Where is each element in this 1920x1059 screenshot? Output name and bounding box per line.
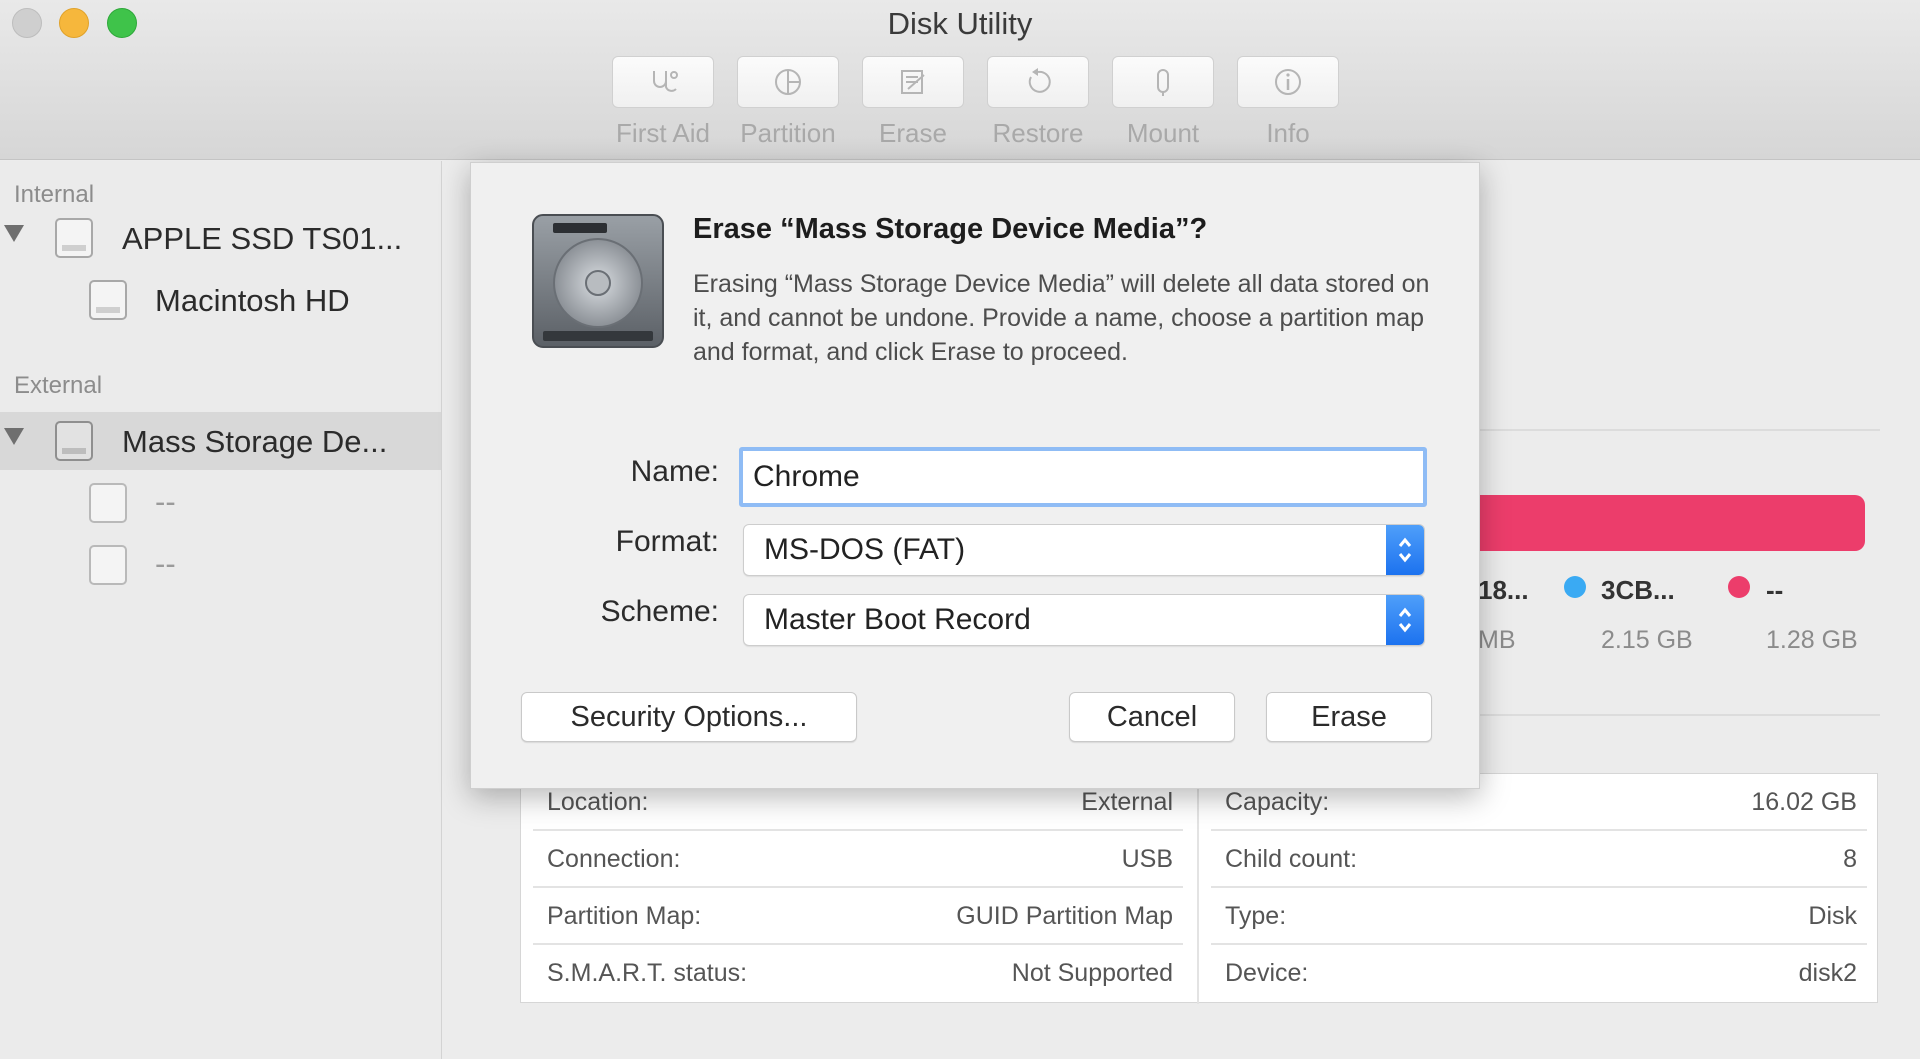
legend-size: 1.28 GB xyxy=(1766,626,1858,654)
sidebar-item-label: APPLE SSD TS01... xyxy=(122,221,403,256)
toolbar-erase[interactable]: Erase xyxy=(861,56,965,149)
legend-size: MB xyxy=(1478,626,1516,654)
dialog-title: Erase “Mass Storage Device Media”? xyxy=(693,213,1208,245)
info-button[interactable] xyxy=(1237,56,1339,108)
info-key: Capacity: xyxy=(1225,788,1330,816)
info-value: disk2 xyxy=(1798,959,1857,987)
info-value: 8 xyxy=(1843,845,1857,873)
sidebar-item-macintosh-hd[interactable]: Macintosh HD xyxy=(0,271,441,329)
sidebar: Internal APPLE SSD TS01... Macintosh HD … xyxy=(0,161,442,1059)
security-options-button[interactable]: Security Options... xyxy=(521,692,857,742)
info-row-type: Type: Disk xyxy=(1211,888,1867,945)
toolbar-partition[interactable]: Partition xyxy=(736,56,840,149)
info-key: Child count: xyxy=(1225,845,1358,873)
scheme-select-value: Master Boot Record xyxy=(764,603,1031,636)
erase-button[interactable]: Erase xyxy=(1266,692,1432,742)
hard-disk-icon xyxy=(55,218,93,258)
cancel-button[interactable]: Cancel xyxy=(1069,692,1235,742)
sidebar-item-volume-1[interactable]: -- xyxy=(0,474,441,532)
volume-icon xyxy=(89,483,127,523)
pie-icon xyxy=(775,69,801,95)
legend-label: -- xyxy=(1766,575,1784,605)
toolbar-label: First Aid xyxy=(616,118,710,148)
legend-color-dot xyxy=(1728,576,1750,598)
mount-icon xyxy=(1157,69,1169,96)
toolbar-label: Partition xyxy=(740,118,836,148)
legend-color-dot xyxy=(1564,576,1586,598)
restore-icon xyxy=(1028,68,1051,93)
sidebar-item-label: Mass Storage De... xyxy=(122,424,388,459)
partition-button[interactable] xyxy=(737,56,839,108)
divider xyxy=(1480,429,1880,431)
info-row-child-count: Child count: 8 xyxy=(1211,831,1867,888)
sidebar-item-apple-ssd[interactable]: APPLE SSD TS01... xyxy=(0,209,441,267)
info-key: Partition Map: xyxy=(547,902,702,930)
toolbar-label: Info xyxy=(1266,118,1310,148)
mount-button[interactable] xyxy=(1112,56,1214,108)
info-key: S.M.A.R.T. status: xyxy=(547,959,748,987)
external-disk-icon xyxy=(55,421,93,461)
info-key: Device: xyxy=(1225,959,1309,987)
toolbar-label: Mount xyxy=(1126,118,1200,148)
toolbar-restore[interactable]: Restore xyxy=(986,56,1090,149)
restore-button[interactable] xyxy=(987,56,1089,108)
toolbar-mount[interactable]: Mount xyxy=(1111,56,1215,149)
toolbar-first-aid[interactable]: First Aid xyxy=(611,56,715,149)
info-icon xyxy=(1275,69,1301,95)
info-row-partition-map: Partition Map: GUID Partition Map xyxy=(533,888,1183,945)
format-select[interactable]: MS-DOS (FAT) xyxy=(743,524,1425,576)
sidebar-item-volume-2[interactable]: -- xyxy=(0,536,441,594)
info-value: GUID Partition Map xyxy=(956,902,1173,930)
updown-chevron-icon xyxy=(1386,525,1424,575)
legend-label: 18... xyxy=(1478,575,1529,605)
info-table: Location: External Connection: USB Parti… xyxy=(520,773,1878,1004)
toolbar-info[interactable]: Info xyxy=(1236,56,1340,149)
erase-icon xyxy=(901,70,925,94)
disclosure-triangle-icon[interactable] xyxy=(4,428,24,445)
info-row-connection: Connection: USB xyxy=(533,831,1183,888)
updown-chevron-icon xyxy=(1386,595,1424,645)
info-row-device: Device: disk2 xyxy=(1211,945,1867,1002)
name-label: Name: xyxy=(630,455,719,488)
sidebar-item-label: -- xyxy=(155,484,176,519)
info-value: External xyxy=(1081,788,1173,816)
info-key: Connection: xyxy=(547,845,681,873)
disclosure-triangle-icon[interactable] xyxy=(4,225,24,242)
info-value: 16.02 GB xyxy=(1751,788,1857,816)
column-divider xyxy=(1197,774,1199,1004)
format-label: Format: xyxy=(615,525,719,558)
info-value: Not Supported xyxy=(1011,959,1173,987)
sidebar-item-label: -- xyxy=(155,546,176,581)
format-select-value: MS-DOS (FAT) xyxy=(764,533,966,566)
hard-drive-icon xyxy=(532,214,664,348)
dialog-message: Erasing “Mass Storage Device Media” will… xyxy=(693,270,1430,366)
name-input[interactable] xyxy=(739,447,1427,507)
scheme-label: Scheme: xyxy=(600,595,719,628)
info-key: Location: xyxy=(547,788,649,816)
divider xyxy=(1480,714,1880,716)
window-title: Disk Utility xyxy=(887,6,1033,41)
sidebar-item-mass-storage[interactable]: Mass Storage De... xyxy=(0,412,441,470)
toolbar-label: Restore xyxy=(992,118,1084,148)
info-key: Type: xyxy=(1225,902,1287,930)
erase-toolbar-button[interactable] xyxy=(862,56,964,108)
title-bar: Disk Utility First Aid Partition Erase R… xyxy=(0,0,1920,160)
scheme-select[interactable]: Master Boot Record xyxy=(743,594,1425,646)
erase-dialog: Erase “Mass Storage Device Media”? Erasi… xyxy=(470,162,1480,789)
info-value: USB xyxy=(1121,845,1173,873)
first-aid-button[interactable] xyxy=(612,56,714,108)
volume-icon xyxy=(89,280,127,320)
volume-icon xyxy=(89,545,127,585)
sidebar-section-external: External xyxy=(14,372,103,399)
sidebar-item-label: Macintosh HD xyxy=(155,283,350,318)
toolbar-label: Erase xyxy=(879,118,947,148)
usage-bar xyxy=(1480,495,1865,551)
info-value: Disk xyxy=(1808,902,1857,930)
legend-label: 3CB... xyxy=(1601,575,1675,605)
legend-size: 2.15 GB xyxy=(1601,626,1693,654)
info-row-smart-status: S.M.A.R.T. status: Not Supported xyxy=(533,945,1183,1002)
sidebar-section-internal: Internal xyxy=(14,181,95,208)
stethoscope-icon xyxy=(653,71,678,92)
